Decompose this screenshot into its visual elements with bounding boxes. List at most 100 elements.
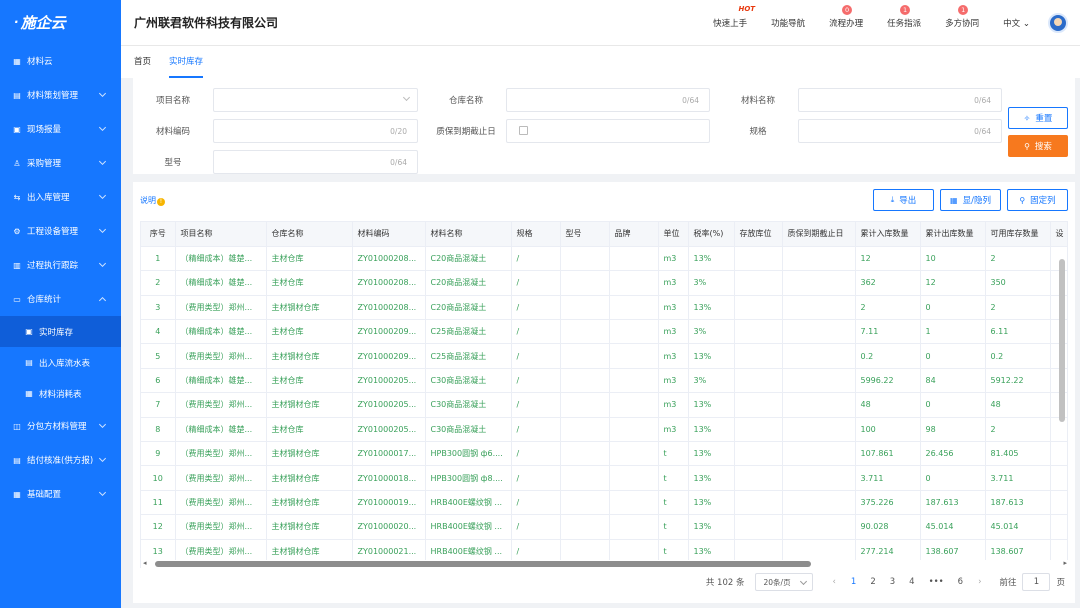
table-cell: 3.711 <box>855 465 921 491</box>
scroll-left-icon[interactable]: ◂ <box>143 559 147 567</box>
table-row[interactable]: 2 （精细成本）雄楚... 主材仓库 ZY01000208... C20商品混凝土 / m3… <box>141 270 1067 296</box>
tab-home[interactable]: 首页 <box>134 46 151 78</box>
toggle-columns-button[interactable]: ▦ 显/隐列 <box>940 189 1001 211</box>
topnav-item-2[interactable]: 流程办理 0 <box>829 5 863 29</box>
topnav-item-0[interactable]: 快速上手 HOT <box>713 5 755 29</box>
expiry-date-picker[interactable] <box>506 119 710 143</box>
table-row[interactable]: 7 （费用类型）郑州... 主材钢材仓库 ZY01000205... C30商品混凝土 /… <box>141 392 1067 418</box>
reset-button[interactable]: ✧ 重置 <box>1008 107 1068 129</box>
sidebar-item-grid[interactable]: ▦ 材料云 <box>0 44 121 78</box>
column-header[interactable]: 品牌 <box>609 222 659 247</box>
table-cell <box>560 441 610 467</box>
material-name-input[interactable]: 0/64 <box>798 88 1002 112</box>
page-size-select[interactable]: 20条/页 <box>754 573 813 591</box>
goto-page-input[interactable]: 1 <box>1022 573 1051 591</box>
model-input[interactable]: 0/64 <box>213 150 418 174</box>
horizontal-scrollbar[interactable]: ◂ ▸ <box>141 559 1069 568</box>
explain-link[interactable]: 说明! <box>140 195 165 206</box>
search-button[interactable]: ⚲ 搜索 <box>1008 135 1068 157</box>
page-number[interactable]: 4 <box>909 577 914 587</box>
prev-page-icon[interactable]: ‹ <box>833 577 836 587</box>
column-header[interactable]: 型号 <box>560 222 610 247</box>
table-cell: 3% <box>688 368 735 394</box>
sidebar-item-report[interactable]: ▣ 现场报量 <box>0 112 121 146</box>
app-logo[interactable]: · 施企云 <box>0 0 121 44</box>
column-header[interactable]: 仓库名称 <box>266 222 353 247</box>
column-header[interactable]: 质保到期截止日 <box>782 222 856 247</box>
column-header[interactable]: 材料编码 <box>352 222 426 247</box>
scroll-right-icon[interactable]: ▸ <box>1063 559 1067 567</box>
export-button[interactable]: ⤓ 导出 <box>873 189 934 211</box>
column-header[interactable]: 可用库存数量 <box>985 222 1051 247</box>
next-page-icon[interactable]: › <box>978 577 981 587</box>
table-row[interactable]: 12 （费用类型）郑州... 主材钢材仓库 ZY01000020... HRB400E螺… <box>141 514 1067 540</box>
page-number[interactable]: 3 <box>890 577 895 587</box>
column-header[interactable]: 序号 <box>141 222 176 247</box>
avatar[interactable] <box>1048 13 1068 33</box>
table-cell <box>782 392 856 418</box>
table-cell <box>560 392 610 418</box>
column-header[interactable]: 单位 <box>658 222 689 247</box>
horizontal-scroll-thumb[interactable] <box>155 561 811 567</box>
sidebar-item-warehouse[interactable]: ▭ 仓库统计 <box>0 282 121 316</box>
table-cell: 主材钢材仓库 <box>266 392 353 418</box>
table-cell <box>609 295 659 321</box>
model-counter: 0/64 <box>390 158 407 167</box>
sidebar-item-config[interactable]: ▦ 基础配置 <box>0 477 121 511</box>
sidebar-item-purchase[interactable]: ♙ 采购管理 <box>0 146 121 180</box>
table-cell: （精细成本）雄楚... <box>175 319 267 345</box>
table-row[interactable]: 11 （费用类型）郑州... 主材钢材仓库 ZY01000019... HRB400E螺… <box>141 490 1067 516</box>
column-header[interactable]: 累计出库数量 <box>920 222 986 247</box>
table-cell: 26.456 <box>920 441 986 467</box>
warehouse-input[interactable]: 0/64 <box>506 88 710 112</box>
more-pages-icon[interactable]: ••• <box>929 577 944 587</box>
column-header[interactable]: 规格 <box>511 222 561 247</box>
table-cell: 0 <box>920 295 986 321</box>
sidebar-item-settle[interactable]: ▤ 结付核准(供方报) <box>0 443 121 477</box>
table-cell: / <box>511 392 561 418</box>
sidebar-item-flow[interactable]: ▤ 出入库流水表 <box>0 347 121 378</box>
page-number[interactable]: 2 <box>870 577 875 587</box>
table-row[interactable]: 9 （费用类型）郑州... 主材钢材仓库 ZY01000017... HPB300圆钢 … <box>141 441 1067 467</box>
chevron-down-icon <box>98 225 107 234</box>
sidebar-item-equipment[interactable]: ⚙ 工程设备管理 <box>0 214 121 248</box>
language-select[interactable]: 中文 ⌄ <box>1003 17 1030 29</box>
page-number[interactable]: 1 <box>851 577 856 587</box>
vertical-scrollbar[interactable] <box>1059 247 1065 567</box>
tab-realtime-stock[interactable]: 实时库存 <box>169 46 204 78</box>
column-header[interactable]: 存放库位 <box>734 222 783 247</box>
column-header[interactable]: 项目名称 <box>175 222 267 247</box>
sidebar-item-plan[interactable]: ▤ 材料策划管理 <box>0 78 121 112</box>
table-row[interactable]: 4 （精细成本）雄楚... 主材仓库 ZY01000209... C25商品混凝土 / m3… <box>141 319 1067 345</box>
topnav-item-1[interactable]: 功能导航 <box>771 17 805 29</box>
table-row[interactable]: 5 （费用类型）郑州... 主材钢材仓库 ZY01000209... C25商品混凝土 /… <box>141 343 1067 369</box>
topnav-item-3[interactable]: 任务指派 1 <box>887 5 921 29</box>
material-code-input[interactable]: 0/20 <box>213 119 418 143</box>
table-row[interactable]: 8 （精细成本）雄楚... 主材仓库 ZY01000205... C30商品混凝土 / m3… <box>141 417 1067 443</box>
fix-columns-button[interactable]: ⚲ 固定列 <box>1007 189 1068 211</box>
model-label: 型号 <box>133 156 213 168</box>
column-header[interactable]: 设 <box>1050 222 1067 247</box>
table-cell: 13% <box>688 343 735 369</box>
table-row[interactable]: 6 （精细成本）雄楚... 主材仓库 ZY01000205... C30商品混凝土 / m3… <box>141 368 1067 394</box>
column-header[interactable]: 累计入库数量 <box>855 222 921 247</box>
column-header[interactable]: 税率(%) <box>688 222 735 247</box>
table-row[interactable]: 3 （费用类型）郑州... 主材钢材仓库 ZY01000208... C20商品混凝土 /… <box>141 295 1067 321</box>
page-number[interactable]: 6 <box>958 577 963 587</box>
project-select[interactable] <box>213 88 418 112</box>
sidebar-item-inout[interactable]: ⇆ 出入库管理 <box>0 180 121 214</box>
sidebar-item-track[interactable]: ▥ 过程执行跟踪 <box>0 248 121 282</box>
filter-project: 项目名称 <box>133 88 418 112</box>
sidebar-item-consume[interactable]: ▦ 材料消耗表 <box>0 378 121 409</box>
spec-input[interactable]: 0/64 <box>798 119 1002 143</box>
sidebar-item-subcontract[interactable]: ◫ 分包方材料管理 <box>0 409 121 443</box>
column-header[interactable]: 材料名称 <box>425 222 512 247</box>
table-cell: 3% <box>688 270 735 296</box>
vertical-scroll-thumb[interactable] <box>1059 259 1065 422</box>
notification-badge: 1 <box>900 5 911 15</box>
sidebar-item-stock[interactable]: ▣ 实时库存 <box>0 316 121 347</box>
table-cell <box>609 246 659 272</box>
table-row[interactable]: 1 （精细成本）雄楚... 主材仓库 ZY01000208... C20商品混凝土 / m3… <box>141 246 1067 272</box>
topnav-item-4[interactable]: 多方协同 1 <box>945 5 979 29</box>
table-row[interactable]: 10 （费用类型）郑州... 主材钢材仓库 ZY01000018... HPB300圆钢… <box>141 465 1067 491</box>
